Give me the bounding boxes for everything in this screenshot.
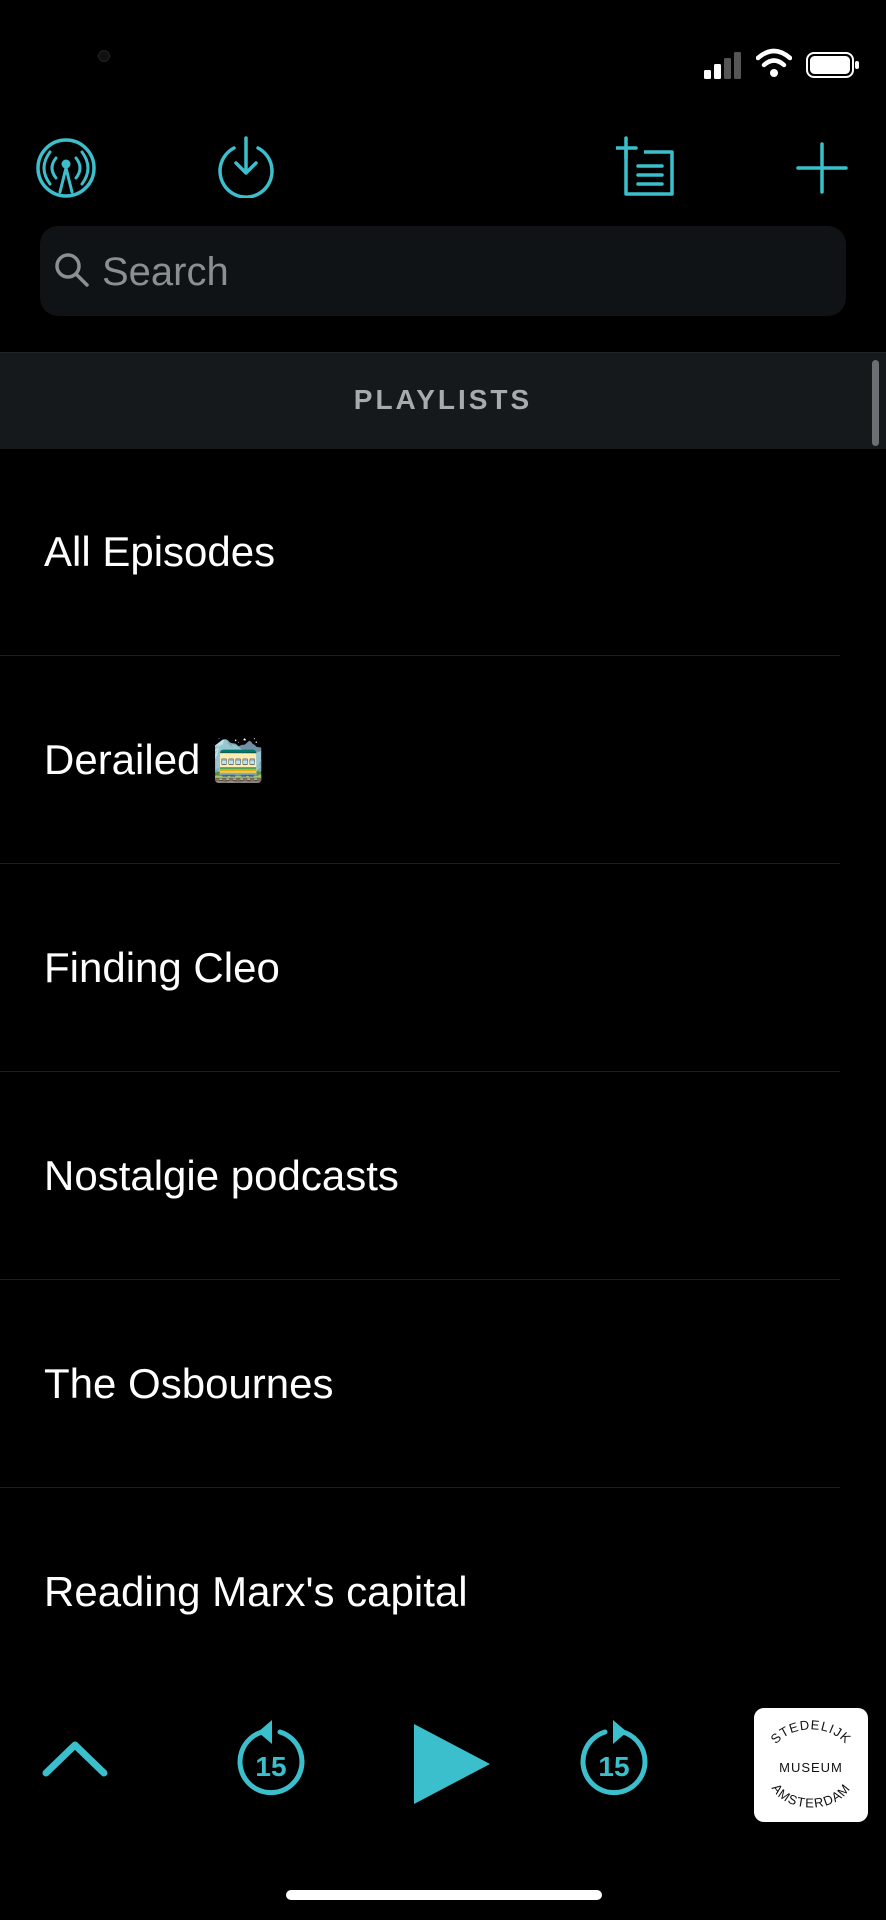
play-icon[interactable] xyxy=(410,1722,494,1806)
add-playlist-icon[interactable] xyxy=(616,136,680,200)
playlist-item-finding-cleo[interactable]: Finding Cleo xyxy=(0,864,886,1072)
playlist-label: Reading Marx's capital xyxy=(44,1568,468,1615)
skip-forward-label: 15 xyxy=(598,1751,629,1782)
skip-forward-15-icon[interactable]: 15 xyxy=(575,1718,653,1802)
playlist-label: The Osbournes xyxy=(44,1360,334,1407)
playlist-item-nostalgie-podcasts[interactable]: Nostalgie podcasts xyxy=(0,1072,886,1280)
playlist-label: Nostalgie podcasts xyxy=(44,1152,399,1199)
playlist-item-reading-marx[interactable]: Reading Marx's capital xyxy=(0,1488,886,1696)
plus-icon[interactable] xyxy=(790,136,854,200)
cellular-signal-icon xyxy=(704,52,741,79)
playlist-item-the-osbournes[interactable]: The Osbournes xyxy=(0,1280,886,1488)
wifi-icon xyxy=(756,48,792,77)
battery-icon xyxy=(806,52,859,78)
now-playing-artwork[interactable]: STEDELIJK MUSEUM AMSTERDAM xyxy=(754,1708,868,1822)
search-icon xyxy=(55,253,89,287)
svg-text:STEDELIJK: STEDELIJK xyxy=(768,1717,855,1746)
svg-text:AMSTERDAM: AMSTERDAM xyxy=(769,1781,853,1811)
playlist-item-all-episodes[interactable]: All Episodes xyxy=(0,448,886,656)
status-bar xyxy=(0,0,886,120)
skip-back-15-icon[interactable]: 15 xyxy=(232,1718,310,1802)
podcast-antenna-icon[interactable] xyxy=(34,136,98,200)
search-placeholder: Search xyxy=(102,250,229,294)
download-icon[interactable] xyxy=(214,134,278,198)
playlist-item-derailed[interactable]: Derailed 🚞 xyxy=(0,656,886,864)
stedelijk-logo: STEDELIJK MUSEUM AMSTERDAM xyxy=(768,1717,855,1811)
home-indicator[interactable] xyxy=(286,1890,602,1900)
playlist-label: Derailed 🚞 xyxy=(44,736,265,783)
svg-text:MUSEUM: MUSEUM xyxy=(779,1760,843,1775)
playlist-label: Finding Cleo xyxy=(44,944,280,991)
chevron-up-icon[interactable] xyxy=(40,1735,110,1781)
scroll-indicator[interactable] xyxy=(872,360,879,446)
camera-dot xyxy=(98,50,110,62)
section-title: PLAYLISTS xyxy=(353,384,533,415)
playlist-label: All Episodes xyxy=(44,528,276,575)
skip-back-label: 15 xyxy=(255,1751,286,1782)
